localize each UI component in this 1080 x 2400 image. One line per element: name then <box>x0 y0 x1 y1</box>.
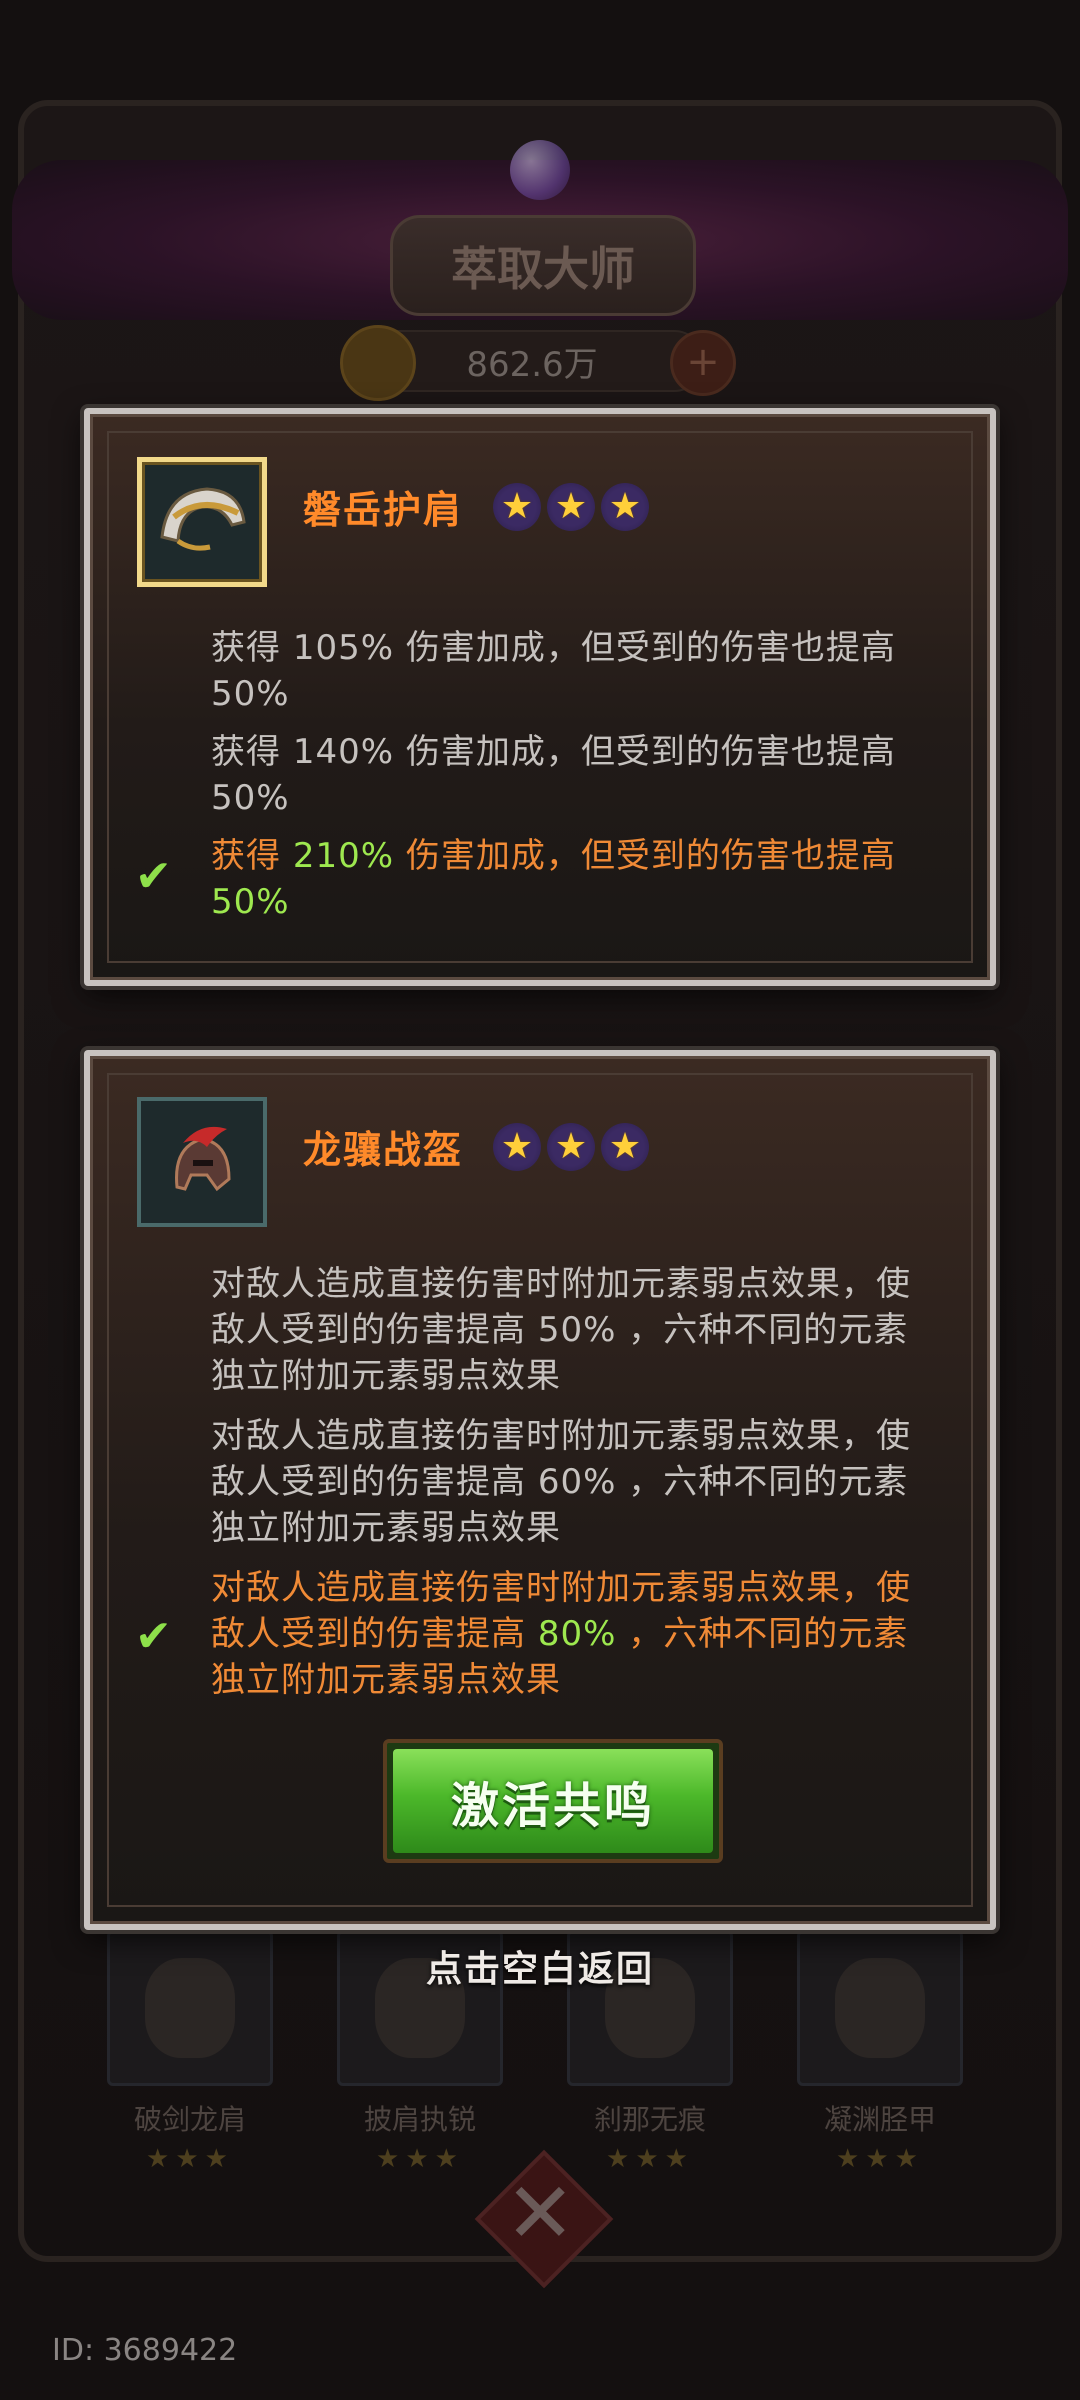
star-rating: ★ ★ ★ <box>493 1123 649 1171</box>
add-currency-icon: + <box>670 330 736 396</box>
item-name: 磐岳护肩 <box>303 488 464 532</box>
equipment-name: 破剑龙肩 <box>133 2103 246 2136</box>
helmet-graphic <box>175 1126 231 1192</box>
star-icon: ★ <box>493 483 541 531</box>
background-title: 萃取大师 <box>390 215 696 316</box>
tier-value: 60% <box>537 1462 617 1502</box>
activate-resonance-button[interactable]: 激活共鸣 <box>383 1739 723 1863</box>
tap-to-return-hint[interactable]: 点击空白返回 <box>0 1940 1080 1992</box>
tier-value: 50% <box>211 778 290 818</box>
tier-value: 105% <box>292 628 395 668</box>
player-id: ID: 3689422 <box>52 2333 238 2368</box>
resonance-card-shoulder: 磐岳护肩 ★ ★ ★ 获得 105% 伤害加成，但受到的伤害也提高 50% 获得 … <box>84 408 996 986</box>
tier-value: 80% <box>537 1614 617 1654</box>
tier-effect-2: 获得 140% 伤害加成，但受到的伤害也提高 50% <box>211 729 951 821</box>
star-icon: ★ <box>493 1123 541 1171</box>
item-name: 龙骧战盔 <box>303 1128 464 1172</box>
shoulder-armor-icon[interactable] <box>137 457 267 587</box>
tier-value: 50% <box>537 1310 617 1350</box>
tier-value: 50% <box>211 674 290 714</box>
check-icon: ✔ <box>135 851 172 902</box>
tier-value: 140% <box>292 732 395 772</box>
star-rating: ★ ★ ★ <box>493 483 649 531</box>
tier-effect-3-active: 对敌人造成直接伤害时附加元素弱点效果，使敌人受到的伤害提高 80% ，六种不同的… <box>211 1565 931 1703</box>
tier-text: 获得 <box>211 836 293 876</box>
tier-value: 210% <box>292 836 395 876</box>
coin-icon <box>340 325 416 401</box>
equipment-stars: ★★★ <box>376 2144 464 2174</box>
tier-effect-2: 对敌人造成直接伤害时附加元素弱点效果，使敌人受到的伤害提高 60% ，六种不同的… <box>211 1413 931 1551</box>
tier-value: 50% <box>211 882 290 922</box>
helmet-icon[interactable] <box>137 1097 267 1227</box>
close-icon: ✕ <box>505 2164 576 2262</box>
star-icon: ★ <box>547 483 595 531</box>
resonance-card-helmet: 龙骧战盔 ★ ★ ★ 对敌人造成直接伤害时附加元素弱点效果，使敌人受到的伤害提高… <box>84 1050 996 1930</box>
orb-icon <box>510 140 570 200</box>
tier-effect-1: 对敌人造成直接伤害时附加元素弱点效果，使敌人受到的伤害提高 50% ，六种不同的… <box>211 1261 931 1399</box>
tier-effect-3-active: 获得 210% 伤害加成，但受到的伤害也提高 50% <box>211 833 951 925</box>
star-icon: ★ <box>547 1123 595 1171</box>
tier-effect-1: 获得 105% 伤害加成，但受到的伤害也提高 50% <box>211 625 951 717</box>
shoulder-armor-graphic <box>160 487 246 551</box>
star-icon: ★ <box>601 1123 649 1171</box>
equipment-stars: ★★★ <box>836 2144 924 2174</box>
tier-text: 伤害加成，但受到的伤害也提高 <box>394 628 896 668</box>
equipment-name: 凝渊胫甲 <box>823 2103 936 2136</box>
check-icon: ✔ <box>135 1611 172 1662</box>
card-body: 龙骧战盔 ★ ★ ★ 对敌人造成直接伤害时附加元素弱点效果，使敌人受到的伤害提高… <box>90 1056 990 1924</box>
equipment-stars: ★★★ <box>606 2144 694 2174</box>
tier-text: 获得 <box>211 732 293 772</box>
equipment-stars: ★★★ <box>146 2144 234 2174</box>
equipment-name: 披肩执锐 <box>363 2103 476 2136</box>
equipment-name: 刹那无痕 <box>593 2103 706 2136</box>
tier-text: 获得 <box>211 628 293 668</box>
activate-resonance-label: 激活共鸣 <box>393 1749 713 1853</box>
card-body: 磐岳护肩 ★ ★ ★ 获得 105% 伤害加成，但受到的伤害也提高 50% 获得 … <box>90 414 990 980</box>
tier-text: 伤害加成，但受到的伤害也提高 <box>394 836 896 876</box>
tier-text: 伤害加成，但受到的伤害也提高 <box>394 732 896 772</box>
star-icon: ★ <box>601 483 649 531</box>
